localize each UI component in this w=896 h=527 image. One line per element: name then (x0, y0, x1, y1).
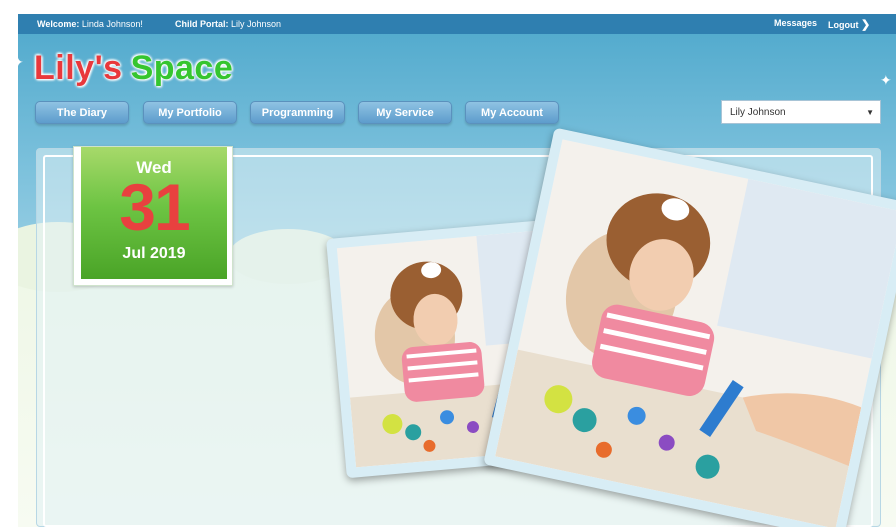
screen: Welcome: Linda Johnson! Child Portal: Li… (0, 0, 896, 527)
nav-my-account[interactable]: My Account (465, 101, 559, 124)
child-portal-text: Child Portal: Lily Johnson (175, 19, 281, 29)
nav-my-portfolio[interactable]: My Portfolio (143, 101, 237, 124)
photo-illustration (495, 139, 896, 527)
dropdown-arrow-icon: ▼ (866, 108, 874, 117)
welcome-text: Welcome: Linda Johnson! (37, 19, 143, 29)
top-bar: Welcome: Linda Johnson! Child Portal: Li… (18, 14, 896, 34)
date-card-face: Wed 31 Jul 2019 (81, 147, 227, 279)
sparkle-icon: ✦ (880, 72, 892, 88)
welcome-label: Welcome: (37, 19, 80, 29)
chevron-right-icon: ❯ (861, 19, 871, 31)
child-portal-label: Child Portal: (175, 19, 229, 29)
app-window: Welcome: Linda Johnson! Child Portal: Li… (18, 14, 896, 527)
logout-link[interactable]: Logout ❯ (828, 18, 870, 31)
nav-my-service[interactable]: My Service (358, 101, 452, 124)
child-playdough-photo (495, 139, 896, 527)
date-month-year: Jul 2019 (122, 245, 186, 262)
child-portal-name: Lily Johnson (231, 19, 282, 29)
messages-link[interactable]: Messages (774, 18, 817, 28)
logo-part-2: Space (130, 49, 234, 87)
sparkle-icon: ✦ (18, 54, 24, 71)
logout-label: Logout (828, 20, 859, 30)
photo-frame-front[interactable] (483, 127, 896, 527)
child-select-value: Lily Johnson (730, 107, 786, 118)
child-select[interactable]: Lily Johnson ▼ (721, 100, 881, 124)
date-day: 31 (119, 170, 190, 244)
nav-the-diary[interactable]: The Diary (35, 101, 129, 124)
welcome-name: Linda Johnson! (81, 19, 143, 29)
app-logo: Lily's Space (34, 49, 233, 88)
logo-part-1: Lily's (34, 49, 123, 87)
date-calendar-card: Wed 31 Jul 2019 (73, 146, 233, 286)
nav-programming[interactable]: Programming (250, 101, 345, 124)
